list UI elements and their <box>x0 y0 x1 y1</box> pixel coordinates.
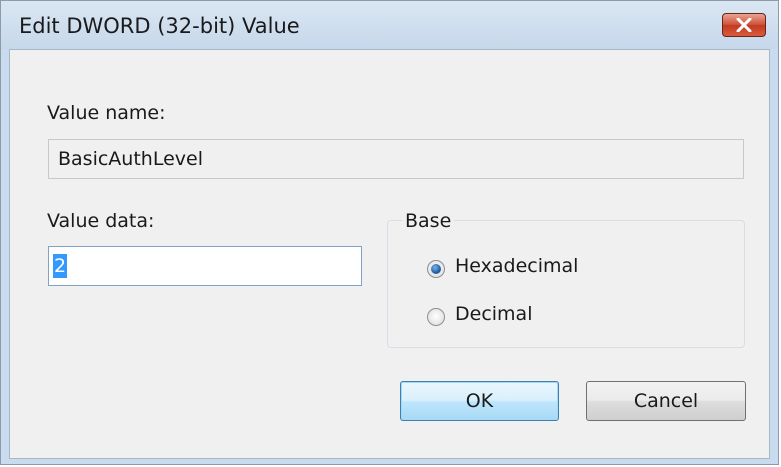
dialog-body: Value name: BasicAuthLevel Value data: 2… <box>9 49 770 459</box>
hexadecimal-label[interactable]: Hexadecimal <box>455 255 578 277</box>
title-bar[interactable]: Edit DWORD (32-bit) Value <box>1 1 778 49</box>
ok-button[interactable]: OK <box>400 381 559 421</box>
value-data-label: Value data: <box>47 210 155 232</box>
value-data-text: 2 <box>53 254 68 278</box>
value-name-text: BasicAuthLevel <box>58 148 203 170</box>
close-icon <box>736 18 752 32</box>
base-group-label: Base <box>402 210 455 232</box>
decimal-label[interactable]: Decimal <box>455 303 532 325</box>
hexadecimal-radio[interactable] <box>427 260 445 278</box>
value-name-field: BasicAuthLevel <box>48 139 744 179</box>
base-groupbox <box>387 220 745 348</box>
dialog-window: Edit DWORD (32-bit) Value Value name: Ba… <box>0 0 779 465</box>
close-button[interactable] <box>722 13 766 37</box>
value-name-label: Value name: <box>47 102 166 124</box>
value-data-input[interactable]: 2 <box>48 246 362 286</box>
cancel-button[interactable]: Cancel <box>586 381 746 421</box>
dialog-title: Edit DWORD (32-bit) Value <box>19 14 300 38</box>
decimal-radio[interactable] <box>427 308 445 326</box>
